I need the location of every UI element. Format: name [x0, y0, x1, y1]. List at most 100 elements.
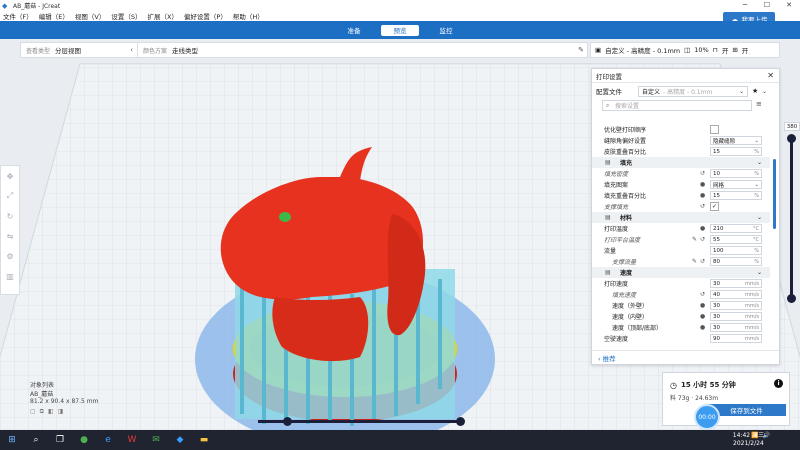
- link-icon[interactable]: ●: [700, 225, 705, 232]
- tab-monitor[interactable]: 监控: [427, 25, 465, 36]
- link-icon[interactable]: ●: [700, 313, 705, 320]
- setting-input[interactable]: 40 mm/s: [710, 290, 762, 299]
- print-setup-bar[interactable]: ▣ 自定义 - 高精度 - 0.1mm ◫ 10% ⊓ 开 ⊞ 开: [590, 42, 780, 58]
- recommended-button[interactable]: ‹ 推荐: [598, 353, 616, 363]
- maximize-icon[interactable]: ☐: [756, 0, 778, 11]
- adhesion-toggle[interactable]: 开: [742, 45, 749, 55]
- copy-icon[interactable]: ⧉: [40, 408, 44, 417]
- setting-input[interactable]: 80%: [710, 257, 762, 266]
- layers-icon[interactable]: ◧: [48, 408, 54, 417]
- input-value: 30: [713, 313, 720, 320]
- info-icon[interactable]: i: [774, 379, 783, 388]
- menu-view[interactable]: 视图（V）: [75, 11, 105, 21]
- chevron-down-icon[interactable]: ⌄: [762, 88, 767, 95]
- setting-select[interactable]: 隐藏缝隙 ⌄: [710, 136, 762, 145]
- print-time: ◷ 15 小时 55 分钟: [670, 380, 736, 390]
- category-label[interactable]: 填充: [620, 158, 632, 167]
- wechat-icon[interactable]: ✉: [144, 430, 168, 450]
- file-explorer-icon[interactable]: ▬: [192, 430, 216, 450]
- object-list-title[interactable]: 对象列表: [30, 380, 98, 389]
- cube-icon[interactable]: ▢: [30, 408, 36, 417]
- reset-icon[interactable]: ↺: [700, 291, 705, 298]
- menu-file[interactable]: 文件（F）: [3, 11, 33, 21]
- setting-input[interactable]: 90 mm/s: [710, 334, 762, 343]
- search-icon[interactable]: ⌕: [24, 430, 48, 450]
- setting-input[interactable]: 30 mm/s: [710, 301, 762, 310]
- app-red-icon[interactable]: W: [120, 430, 144, 450]
- app-green-icon[interactable]: ●: [72, 430, 96, 450]
- menu-extensions[interactable]: 扩展（X）: [147, 11, 177, 21]
- settings-scrollbar[interactable]: [773, 159, 776, 229]
- setting-input[interactable]: 30 mm/s: [710, 279, 762, 288]
- pencil-icon[interactable]: ✎: [692, 258, 697, 265]
- link-icon[interactable]: ●: [700, 181, 705, 188]
- setting-input[interactable]: 210 °C: [710, 224, 762, 233]
- scale-tool-icon[interactable]: ⤢: [1, 186, 19, 206]
- system-clock[interactable]: 14:42 周三 2021/2/24: [733, 432, 764, 448]
- reset-icon[interactable]: ↺: [700, 236, 705, 243]
- setting-input[interactable]: 15%: [710, 147, 762, 156]
- menu-preferences[interactable]: 偏好设置（P）: [184, 11, 227, 21]
- mirror-tool-icon[interactable]: ⇋: [1, 226, 19, 246]
- rotate-tool-icon[interactable]: ↻: [1, 206, 19, 226]
- split-icon[interactable]: ◨: [58, 408, 64, 417]
- edge-browser-icon[interactable]: e: [96, 430, 120, 450]
- tab-prepare[interactable]: 准备: [335, 25, 373, 36]
- layer-number[interactable]: 380: [784, 122, 800, 131]
- category-label[interactable]: 材料: [620, 213, 632, 222]
- star-icon[interactable]: ★: [752, 87, 758, 95]
- menu-edit[interactable]: 编辑（E）: [39, 11, 69, 21]
- setting-checkbox[interactable]: ✓: [710, 202, 719, 211]
- chevron-down-icon: ⌄: [738, 87, 744, 95]
- jcreat-app-icon[interactable]: ◆: [168, 430, 192, 450]
- layer-progress-end-handle[interactable]: [456, 417, 465, 426]
- color-scheme-selector[interactable]: 颜色方案 走线类型: [138, 43, 198, 57]
- setting-input[interactable]: 55 °C: [710, 235, 762, 244]
- link-icon[interactable]: ●: [700, 192, 705, 199]
- chevron-down-icon[interactable]: ⌄: [757, 269, 762, 276]
- pencil-icon[interactable]: ✎: [692, 236, 697, 243]
- reset-icon[interactable]: ↺: [700, 258, 705, 265]
- layer-progress-start-handle[interactable]: [283, 417, 292, 426]
- layer-slider-track[interactable]: [790, 138, 793, 298]
- reset-icon[interactable]: ↺: [700, 170, 705, 177]
- link-icon[interactable]: ●: [700, 302, 705, 309]
- move-tool-icon[interactable]: ✥: [1, 166, 19, 186]
- setting-checkbox[interactable]: [710, 125, 719, 134]
- setting-select[interactable]: 网格 ⌄: [710, 180, 762, 189]
- close-icon[interactable]: ✕: [778, 0, 800, 11]
- reset-icon[interactable]: ↺: [700, 203, 705, 210]
- view-type-label: 查看类型: [26, 47, 51, 55]
- menu-settings[interactable]: 设置（S）: [111, 11, 141, 21]
- layer-slider-top-handle[interactable]: [787, 134, 796, 143]
- per-model-settings-icon[interactable]: ⚙: [1, 246, 19, 266]
- support-blocker-icon[interactable]: ▥: [1, 266, 19, 286]
- chevron-down-icon[interactable]: ⌄: [757, 214, 762, 221]
- screen-recorder-badge[interactable]: 00:00: [694, 404, 720, 430]
- support-toggle[interactable]: 开: [722, 45, 729, 55]
- menu-icon[interactable]: ≡: [756, 100, 762, 108]
- chevron-down-icon[interactable]: ⌄: [757, 159, 762, 166]
- category-label[interactable]: 速度: [620, 268, 632, 277]
- close-icon[interactable]: ✕: [767, 71, 774, 80]
- setting-row: 支撑流量 ✎ ↺ 80%: [592, 256, 770, 267]
- layer-slider-bottom-handle[interactable]: [787, 294, 796, 303]
- input-value: 80: [713, 258, 720, 265]
- windows-start-icon[interactable]: ⊞: [0, 430, 24, 450]
- tab-preview[interactable]: 预览: [381, 24, 419, 36]
- link-icon[interactable]: ●: [700, 324, 705, 331]
- setting-input[interactable]: 30 mm/s: [710, 323, 762, 332]
- setting-input[interactable]: 100%: [710, 246, 762, 255]
- task-view-icon[interactable]: ❐: [48, 430, 72, 450]
- setting-input[interactable]: 15%: [710, 191, 762, 200]
- profile-select[interactable]: 自定义 - 高精度 - 0.1mm ⌄: [638, 85, 748, 97]
- chevron-left-icon[interactable]: ‹: [130, 46, 133, 54]
- minimize-icon[interactable]: ─: [734, 0, 756, 11]
- setting-input[interactable]: 30 mm/s: [710, 312, 762, 321]
- view-type-selector[interactable]: 查看类型 分层视图 ‹: [21, 43, 138, 57]
- pencil-icon[interactable]: ✎: [578, 46, 584, 54]
- menu-help[interactable]: 帮助（H）: [233, 11, 264, 21]
- object-name[interactable]: AB_蘑菇: [30, 389, 98, 398]
- setting-input[interactable]: 10%: [710, 169, 762, 178]
- settings-search-input[interactable]: ⌕ 搜索设置: [602, 100, 752, 111]
